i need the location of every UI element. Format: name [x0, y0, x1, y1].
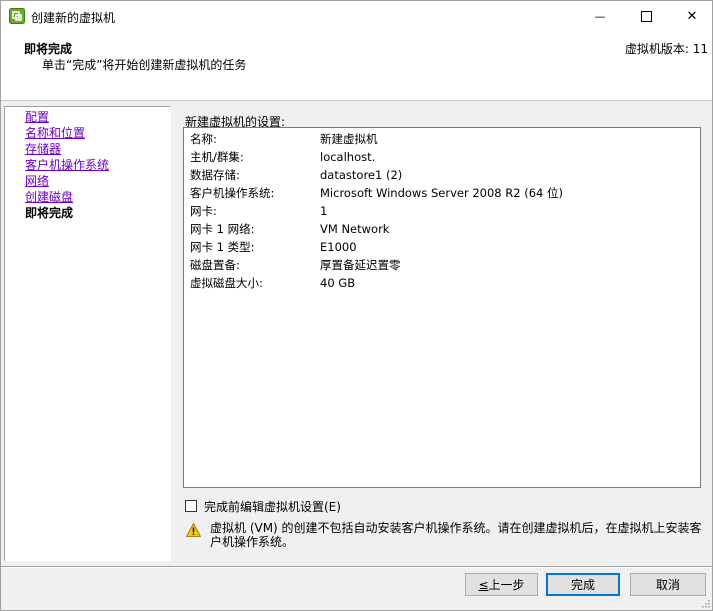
- wizard-nav: 配置 名称和位置 存储器 客户机操作系统 网络 创建磁盘 即将完成: [4, 106, 171, 561]
- back-button[interactable]: ≤ 上一步: [465, 573, 538, 596]
- vsphere-app-icon: [9, 8, 25, 24]
- edit-settings-label[interactable]: 完成前编辑虚拟机设置(E): [204, 498, 341, 515]
- settings-summary-list[interactable]: 名称: 新建虚拟机 主机/群集: localhost. 数据存储: datast…: [183, 127, 701, 488]
- vm-version-label: 虚拟机版本: 11: [624, 42, 708, 56]
- finish-button[interactable]: 完成: [546, 573, 620, 596]
- guest-os-warning-text: 虚拟机 (VM) 的创建不包括自动安装客户机操作系统。请在创建虚拟机后，在虚拟机…: [210, 521, 702, 549]
- maximize-icon: [640, 10, 652, 22]
- setting-value: 新建虚拟机: [320, 132, 378, 146]
- wizard-header: 即将完成 单击“完成”将开始创建新虚拟机的任务 虚拟机版本: 11: [1, 31, 712, 101]
- settings-row: 网卡 1 网络: VM Network: [190, 221, 690, 237]
- nav-item-storage[interactable]: 存储器: [25, 141, 61, 157]
- settings-row: 主机/群集: localhost.: [190, 149, 690, 165]
- settings-row: 网卡: 1: [190, 203, 690, 219]
- nav-item-ready-complete: 即将完成: [25, 206, 74, 220]
- minimize-button[interactable]: —: [577, 1, 623, 31]
- settings-row: 客户机操作系统: Microsoft Windows Server 2008 R…: [190, 185, 690, 201]
- setting-value: E1000: [320, 240, 357, 254]
- setting-key: 数据存储:: [190, 168, 240, 182]
- maximize-button[interactable]: [623, 1, 669, 31]
- setting-key: 客户机操作系统:: [190, 186, 275, 200]
- settings-row: 磁盘置备: 厚置备延迟置零: [190, 257, 690, 273]
- nav-item-config[interactable]: 配置: [25, 109, 49, 125]
- back-button-prefix: ≤: [478, 577, 489, 592]
- footer-divider-highlight: [1, 567, 712, 568]
- resize-grip-icon[interactable]: [700, 598, 710, 608]
- setting-value: 40 GB: [320, 276, 356, 290]
- page-title: 即将完成: [24, 42, 73, 56]
- setting-key: 虚拟磁盘大小:: [190, 276, 263, 290]
- setting-value: localhost.: [320, 150, 376, 164]
- edit-settings-checkbox[interactable]: [185, 500, 197, 512]
- settings-row: 虚拟磁盘大小: 40 GB: [190, 275, 690, 291]
- title-bar: 创建新的虚拟机 — ✕: [1, 1, 712, 31]
- page-subtitle: 单击“完成”将开始创建新虚拟机的任务: [42, 58, 247, 72]
- window-title: 创建新的虚拟机: [31, 11, 116, 25]
- settings-row: 名称: 新建虚拟机: [190, 131, 690, 147]
- edit-settings-option[interactable]: 完成前编辑虚拟机设置(E): [185, 498, 341, 514]
- create-vm-dialog: 创建新的虚拟机 — ✕ 即将完成 单击“完成”将开始创建新虚拟机的任务 虚拟机版…: [0, 0, 713, 611]
- close-icon: ✕: [686, 8, 698, 24]
- nav-item-create-disk[interactable]: 创建磁盘: [25, 189, 73, 205]
- settings-row: 网卡 1 类型: E1000: [190, 239, 690, 255]
- setting-key: 磁盘置备:: [190, 258, 240, 272]
- setting-value: 厚置备延迟置零: [320, 258, 401, 272]
- settings-row: 数据存储: datastore1 (2): [190, 167, 690, 183]
- nav-item-network[interactable]: 网络: [25, 173, 49, 189]
- setting-key: 网卡 1 类型:: [190, 240, 255, 254]
- warning-icon: [186, 523, 201, 537]
- setting-value: Microsoft Windows Server 2008 R2 (64 位): [320, 186, 563, 200]
- cancel-button[interactable]: 取消: [630, 573, 706, 596]
- setting-value: VM Network: [320, 222, 390, 236]
- setting-key: 网卡:: [190, 204, 217, 218]
- setting-key: 名称:: [190, 132, 217, 146]
- setting-key: 网卡 1 网络:: [190, 222, 255, 236]
- nav-item-guest-os[interactable]: 客户机操作系统: [25, 157, 109, 173]
- close-button[interactable]: ✕: [669, 1, 713, 31]
- nav-item-name-location[interactable]: 名称和位置: [25, 125, 85, 141]
- setting-key: 主机/群集:: [190, 150, 244, 164]
- setting-value: 1: [320, 204, 328, 218]
- minimize-icon: —: [594, 9, 606, 23]
- back-button-label: 上一步: [488, 578, 525, 592]
- setting-value: datastore1 (2): [320, 168, 403, 182]
